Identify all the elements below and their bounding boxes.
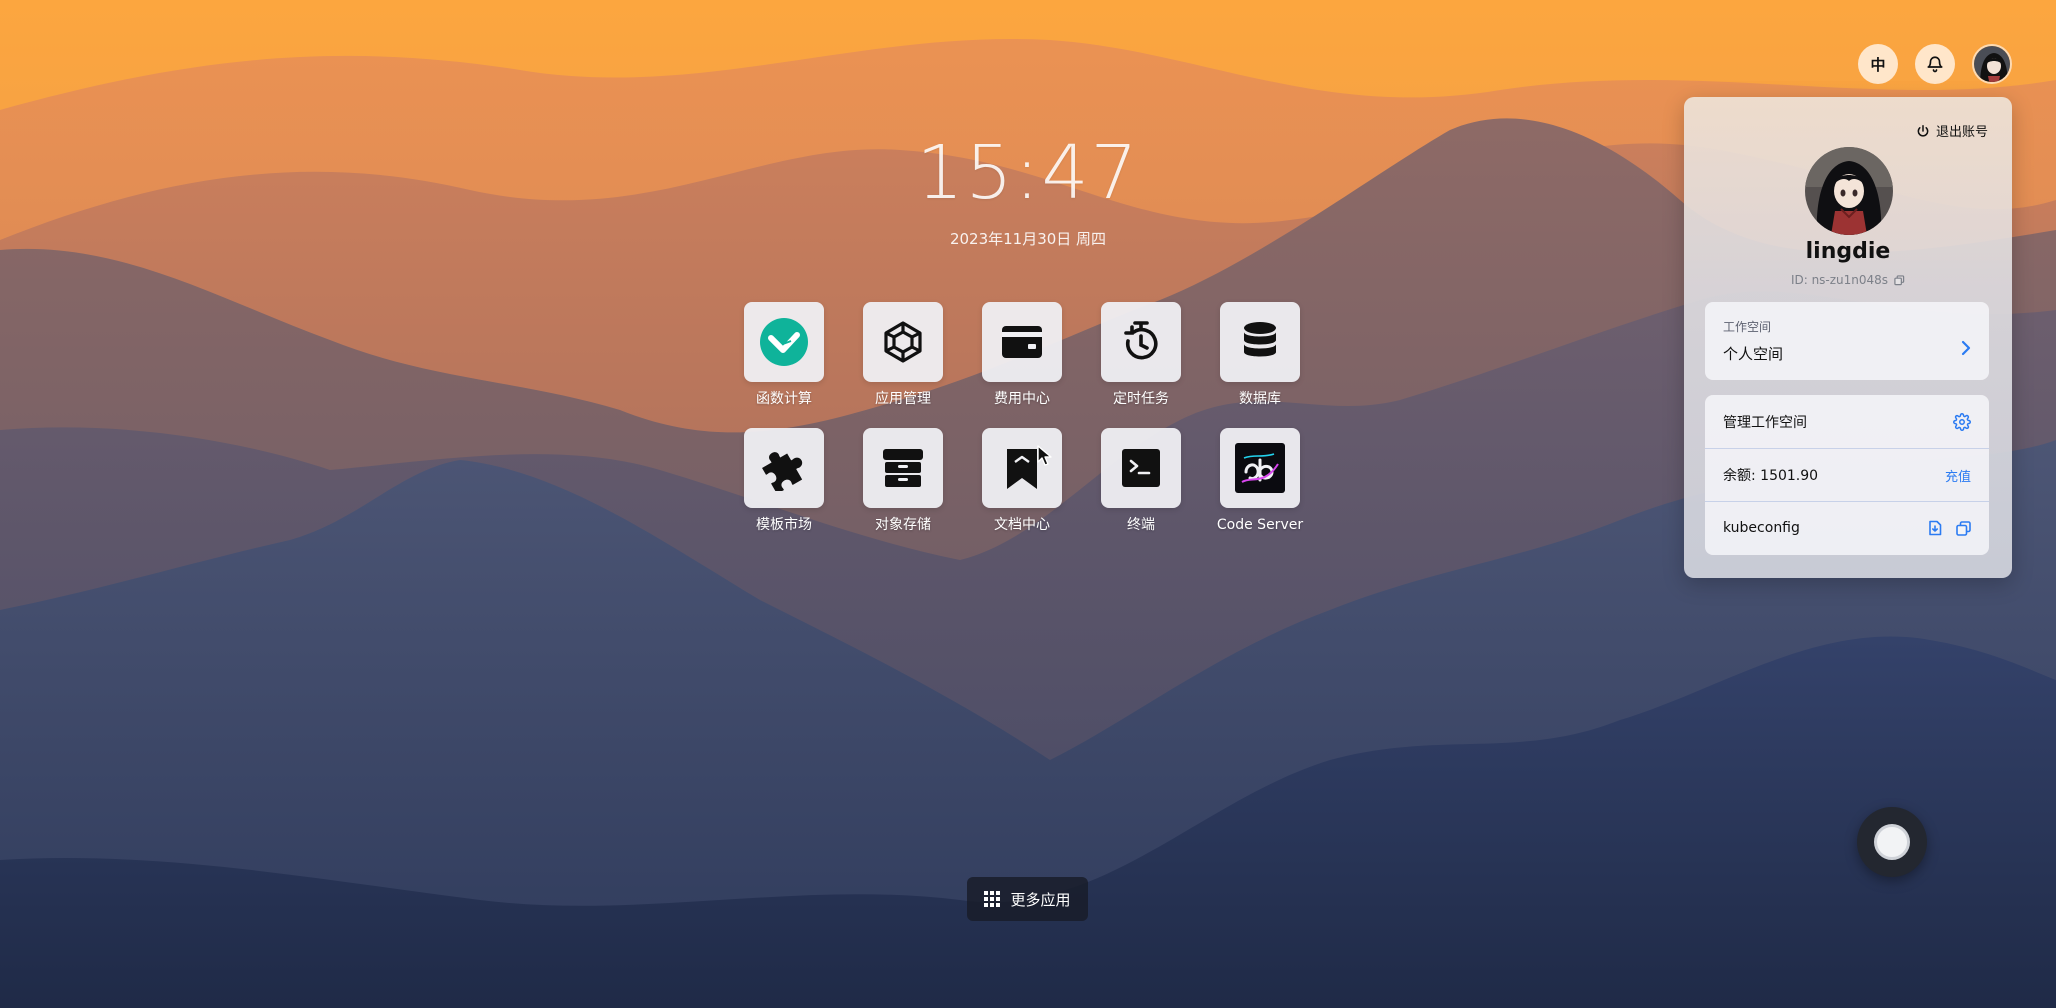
username: lingdie <box>1805 239 1891 264</box>
mouse-cursor-icon <box>1037 445 1052 466</box>
language-button[interactable]: 中 <box>1858 44 1898 84</box>
app-tile <box>863 302 943 382</box>
app-label: 终端 <box>1127 517 1155 533</box>
more-apps-label: 更多应用 <box>1010 890 1071 909</box>
workspace-value: 个人空间 <box>1723 345 1784 363</box>
kubeconfig-actions <box>1928 520 1971 536</box>
recharge-link[interactable]: 充值 <box>1945 466 1971 485</box>
app-function-compute[interactable]: 函数计算 <box>744 302 824 408</box>
power-icon <box>1917 124 1929 137</box>
kubeconfig-row: kubeconfig <box>1705 501 1989 554</box>
profile-panel: 退出账号 lingdie ID: ns-zu1n048s 工作空间 个人空间 管 <box>1684 97 2012 578</box>
app-tile <box>863 428 943 508</box>
logout-button[interactable]: 退出账号 <box>1916 121 1988 140</box>
notifications-button[interactable] <box>1915 44 1955 84</box>
app-tile <box>1220 428 1300 508</box>
grid-icon <box>984 891 1001 907</box>
manage-workspace-label: 管理工作空间 <box>1723 414 1807 431</box>
workspace-selector[interactable]: 工作空间 个人空间 <box>1705 302 1989 380</box>
app-tile <box>1101 428 1181 508</box>
puzzle-icon <box>762 452 803 491</box>
wallet-icon <box>1002 326 1042 358</box>
app-label: 费用中心 <box>994 391 1050 407</box>
balance-text: 余额: 1501.90 <box>1723 468 1819 484</box>
app-manage-icon <box>884 321 922 363</box>
app-template-market[interactable]: 模板市场 <box>744 428 824 534</box>
kubeconfig-label: kubeconfig <box>1723 520 1800 536</box>
app-tile <box>1101 302 1181 382</box>
app-label: 定时任务 <box>1113 391 1169 407</box>
app-tile <box>1220 302 1300 382</box>
app-database[interactable]: 数据库 <box>1220 302 1300 408</box>
database-icon <box>1244 322 1276 357</box>
profile-avatar <box>1805 147 1893 235</box>
code-server-icon <box>1235 443 1285 493</box>
chevron-right-icon <box>1961 340 1971 356</box>
balance-row: 余额: 1501.90 充值 <box>1705 448 1989 501</box>
copy-icon[interactable] <box>1956 520 1971 536</box>
app-grid: 函数计算 应用管理 费用中心 定时任务 数据库 模板市场 对象存储 文档中心 终… <box>744 302 1312 534</box>
app-label: 函数计算 <box>756 391 812 407</box>
laf-icon <box>760 318 808 366</box>
app-terminal[interactable]: 终端 <box>1101 428 1181 534</box>
account-management-card: 管理工作空间 余额: 1501.90 充值 kubeconfig <box>1705 395 1989 555</box>
app-cron-jobs[interactable]: 定时任务 <box>1101 302 1181 408</box>
language-label: 中 <box>1870 55 1886 74</box>
app-code-server[interactable]: Code Server <box>1217 428 1303 534</box>
workspace-label: 工作空间 <box>1723 320 1772 334</box>
archive-icon <box>883 449 923 487</box>
user-id: ID: ns-zu1n048s <box>1790 273 1889 287</box>
app-tile <box>982 302 1062 382</box>
app-label: 文档中心 <box>994 517 1050 533</box>
manage-workspace-row[interactable]: 管理工作空间 <box>1705 395 1989 448</box>
gear-icon[interactable] <box>1953 412 1971 431</box>
app-tile <box>744 428 824 508</box>
download-file-icon[interactable] <box>1928 520 1942 536</box>
app-label: Code Server <box>1216 517 1304 533</box>
user-avatar-button[interactable] <box>1972 44 2012 84</box>
floating-button-dot <box>1874 824 1910 860</box>
floating-assistive-button[interactable] <box>1857 807 1927 877</box>
app-label: 数据库 <box>1239 391 1281 407</box>
timer-icon <box>1124 321 1158 360</box>
logout-label: 退出账号 <box>1935 125 1988 140</box>
app-label: 对象存储 <box>875 517 931 533</box>
copy-icon[interactable] <box>1894 274 1905 286</box>
app-label: 应用管理 <box>875 391 931 407</box>
avatar <box>1805 147 1893 235</box>
more-apps-button[interactable]: 更多应用 <box>967 877 1088 921</box>
app-application-management[interactable]: 应用管理 <box>863 302 943 408</box>
app-tile <box>744 302 824 382</box>
bell-icon <box>1927 56 1943 73</box>
app-billing-center[interactable]: 费用中心 <box>982 302 1062 408</box>
app-object-storage[interactable]: 对象存储 <box>863 428 943 534</box>
app-label: 模板市场 <box>756 517 812 533</box>
terminal-icon <box>1122 449 1160 487</box>
user-id-row: ID: ns-zu1n048s <box>1684 273 2012 287</box>
